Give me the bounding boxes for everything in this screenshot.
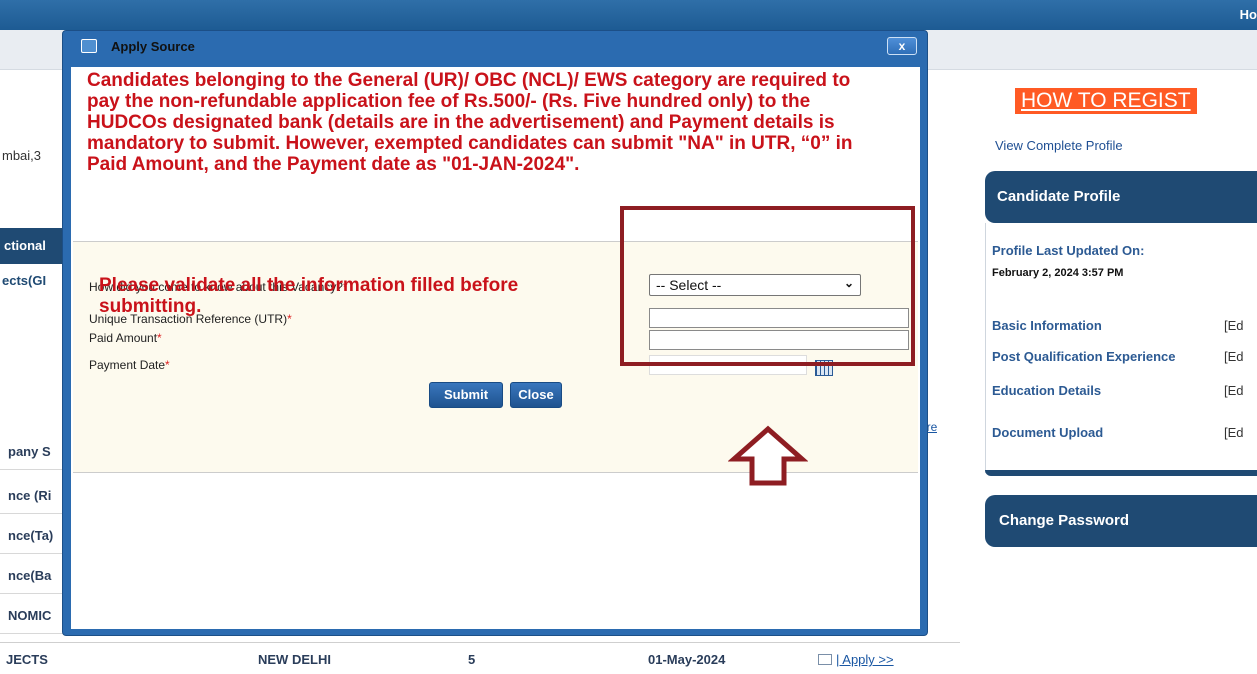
amount-label: Paid Amount* <box>89 331 162 345</box>
close-icon[interactable]: x <box>887 37 917 55</box>
education-link[interactable]: Education Details <box>992 383 1101 398</box>
last-updated-value: February 2, 2024 3:57 PM <box>992 267 1124 279</box>
change-password-header[interactable]: Change Password <box>985 495 1257 547</box>
document-upload-edit[interactable]: [Ed <box>1224 425 1244 440</box>
table-row: nce(Ba <box>0 558 70 594</box>
dialog-title: Apply Source <box>111 39 195 54</box>
window-icon <box>81 39 97 53</box>
fee-notice: Candidates belonging to the General (UR)… <box>87 70 853 175</box>
basic-info-link[interactable]: Basic Information <box>992 318 1102 333</box>
candidate-profile-body: Profile Last Updated On: February 2, 202… <box>985 223 1257 473</box>
close-button[interactable]: Close <box>510 382 562 408</box>
view-profile-link[interactable]: View Complete Profile <box>995 138 1123 153</box>
row-count: 5 <box>468 652 476 667</box>
basic-info-edit[interactable]: [Ed <box>1224 318 1244 333</box>
validate-note: Please validate all the information fill… <box>99 275 519 317</box>
dialog-titlebar[interactable]: Apply Source x <box>63 31 927 61</box>
row-projects: ects(GI <box>2 273 47 288</box>
row-date: 01-May-2024 <box>648 652 726 667</box>
table-header-label: ctional <box>4 238 46 253</box>
home-link[interactable]: Ho <box>1240 7 1257 22</box>
submit-button[interactable]: Submit <box>429 382 503 408</box>
date-label: Payment Date* <box>89 358 170 372</box>
table-row: NOMIC <box>0 598 70 634</box>
education-edit[interactable]: [Ed <box>1224 383 1244 398</box>
address-snippet: mbai,3 <box>2 148 42 163</box>
table-row: nce(Ta) <box>0 518 70 554</box>
experience-edit[interactable]: [Ed <box>1224 349 1244 364</box>
last-updated-label: Profile Last Updated On: <box>992 243 1145 258</box>
candidate-profile-header[interactable]: Candidate Profile <box>985 171 1257 223</box>
row-dept: JECTS <box>6 652 48 667</box>
top-navigation-bar: Ho <box>0 0 1257 30</box>
table-header: ctional <box>0 228 70 264</box>
row-location: NEW DELHI <box>258 652 331 667</box>
experience-link[interactable]: Post Qualification Experience <box>992 349 1176 364</box>
document-upload-link[interactable]: Document Upload <box>992 425 1103 440</box>
how-to-register-link[interactable]: HOW TO REGIST <box>1015 88 1197 114</box>
highlight-box <box>620 206 915 366</box>
table-row: JECTS NEW DELHI 5 01-May-2024 | Apply >> <box>0 642 960 674</box>
candidate-profile-footer <box>985 470 1257 476</box>
table-row: nce (Ri <box>0 478 70 514</box>
mail-icon[interactable] <box>818 654 832 665</box>
apply-link[interactable]: | Apply >> <box>836 652 894 667</box>
table-row: pany S <box>0 434 70 470</box>
up-arrow-icon <box>728 425 808 486</box>
